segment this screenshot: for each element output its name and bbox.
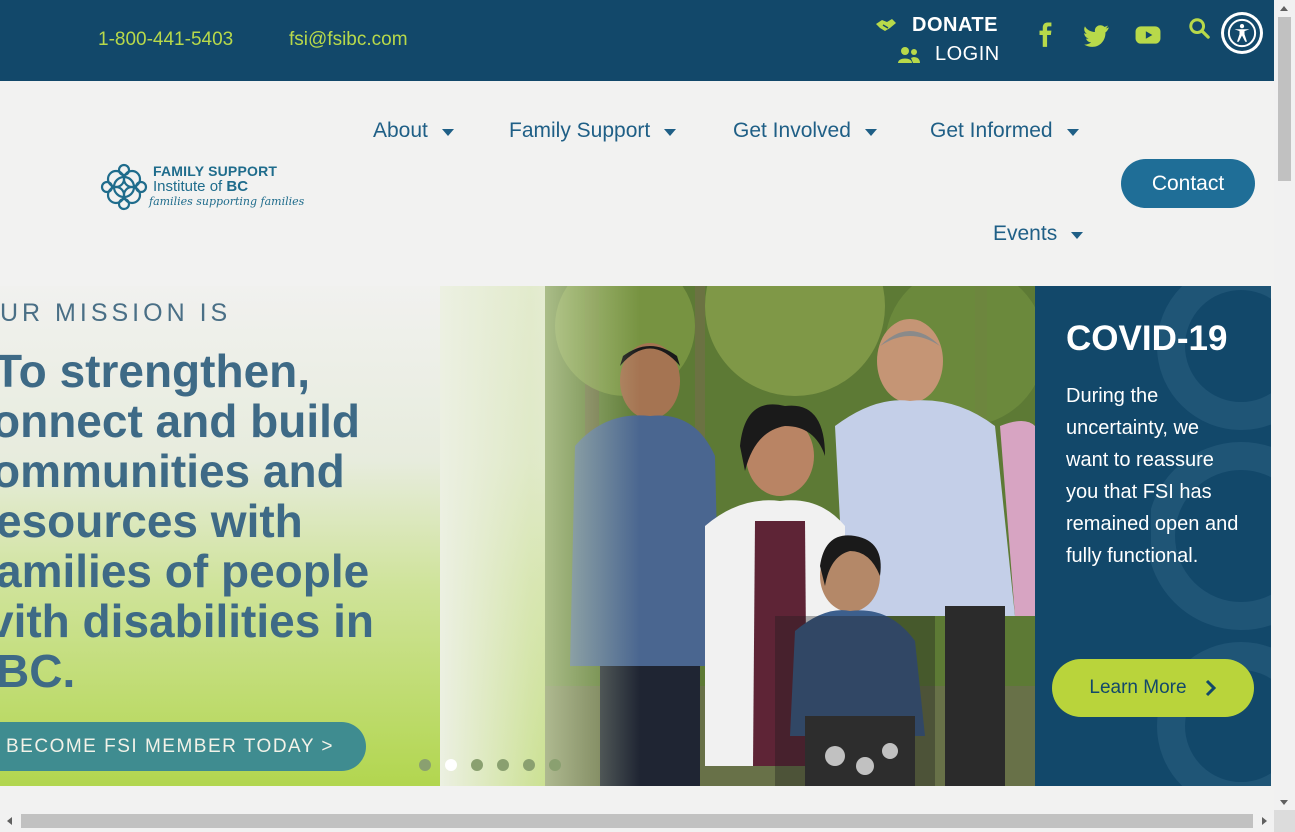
slider-dot-6[interactable] bbox=[549, 759, 561, 771]
youtube-icon[interactable] bbox=[1135, 22, 1161, 48]
site-logo[interactable]: FAMILY SUPPORT Institute of BC families … bbox=[99, 161, 304, 213]
covid-title: COVID-19 bbox=[1066, 319, 1228, 358]
twitter-icon[interactable] bbox=[1084, 22, 1110, 48]
nav-about[interactable]: About bbox=[373, 119, 454, 143]
accessibility-button[interactable] bbox=[1221, 12, 1263, 54]
slider-dot-5[interactable] bbox=[523, 759, 535, 771]
logo-line-2: Institute of BC bbox=[153, 178, 249, 195]
caret-down-icon bbox=[1066, 128, 1079, 136]
slider-dot-4[interactable] bbox=[497, 759, 509, 771]
slider-dots bbox=[419, 759, 561, 771]
mission-eyebrow: UR MISSION IS bbox=[0, 299, 232, 327]
scroll-up-icon[interactable] bbox=[1280, 6, 1288, 11]
top-bar: 1-800-441-5403 fsi@fsibc.com DONATE LOGI… bbox=[0, 0, 1274, 81]
horizontal-scroll-thumb[interactable] bbox=[21, 814, 1253, 828]
nav-get-involved[interactable]: Get Involved bbox=[733, 119, 877, 143]
horizontal-scrollbar[interactable] bbox=[0, 810, 1274, 832]
become-member-button[interactable]: BECOME FSI MEMBER TODAY > bbox=[0, 722, 366, 771]
nav-family-support[interactable]: Family Support bbox=[509, 119, 677, 143]
handshake-icon bbox=[876, 18, 896, 31]
nav-events[interactable]: Events bbox=[993, 222, 1084, 246]
vertical-scroll-thumb[interactable] bbox=[1278, 17, 1291, 181]
learn-more-button[interactable]: Learn More bbox=[1052, 659, 1254, 717]
login-link[interactable]: LOGIN bbox=[897, 43, 1000, 66]
contact-button[interactable]: Contact bbox=[1121, 159, 1255, 208]
slider-dot-3[interactable] bbox=[471, 759, 483, 771]
celtic-knot-logo-icon bbox=[100, 163, 148, 211]
covid-body: During the uncertainty, we want to reass… bbox=[1066, 385, 1239, 567]
chevron-right-icon bbox=[1205, 679, 1216, 697]
caret-down-icon bbox=[441, 128, 454, 136]
caret-down-icon bbox=[864, 128, 877, 136]
site-header: FAMILY SUPPORT Institute of BC families … bbox=[0, 81, 1274, 286]
covid-panel: COVID-19 During the uncertainty, we want… bbox=[1035, 286, 1271, 786]
vertical-scrollbar[interactable] bbox=[1274, 0, 1295, 810]
search-icon[interactable] bbox=[1188, 17, 1210, 39]
slider-dot-2[interactable] bbox=[445, 759, 457, 771]
scroll-right-icon[interactable] bbox=[1262, 817, 1267, 825]
email-link[interactable]: fsi@fsibc.com bbox=[289, 29, 408, 51]
facebook-icon[interactable] bbox=[1033, 22, 1059, 48]
caret-down-icon bbox=[1071, 231, 1084, 239]
caret-down-icon bbox=[664, 128, 677, 136]
scroll-down-icon[interactable] bbox=[1280, 800, 1288, 805]
nav-get-informed[interactable]: Get Informed bbox=[930, 119, 1079, 143]
logo-line-1: FAMILY SUPPORT bbox=[153, 163, 278, 179]
logo-tagline: families supporting families bbox=[149, 195, 305, 208]
hero-slider: UR MISSION IS To strengthen, onnect and … bbox=[0, 286, 1035, 786]
scroll-left-icon[interactable] bbox=[7, 817, 12, 825]
donate-link[interactable]: DONATE bbox=[874, 14, 998, 37]
users-icon bbox=[898, 46, 920, 63]
accessibility-icon bbox=[1227, 18, 1257, 48]
phone-link[interactable]: 1-800-441-5403 bbox=[98, 29, 233, 51]
mission-headline: To strengthen, onnect and build ommuniti… bbox=[0, 345, 374, 697]
scrollbar-corner bbox=[1274, 810, 1295, 832]
slider-dot-1[interactable] bbox=[419, 759, 431, 771]
photo-gradient-overlay bbox=[440, 286, 640, 786]
